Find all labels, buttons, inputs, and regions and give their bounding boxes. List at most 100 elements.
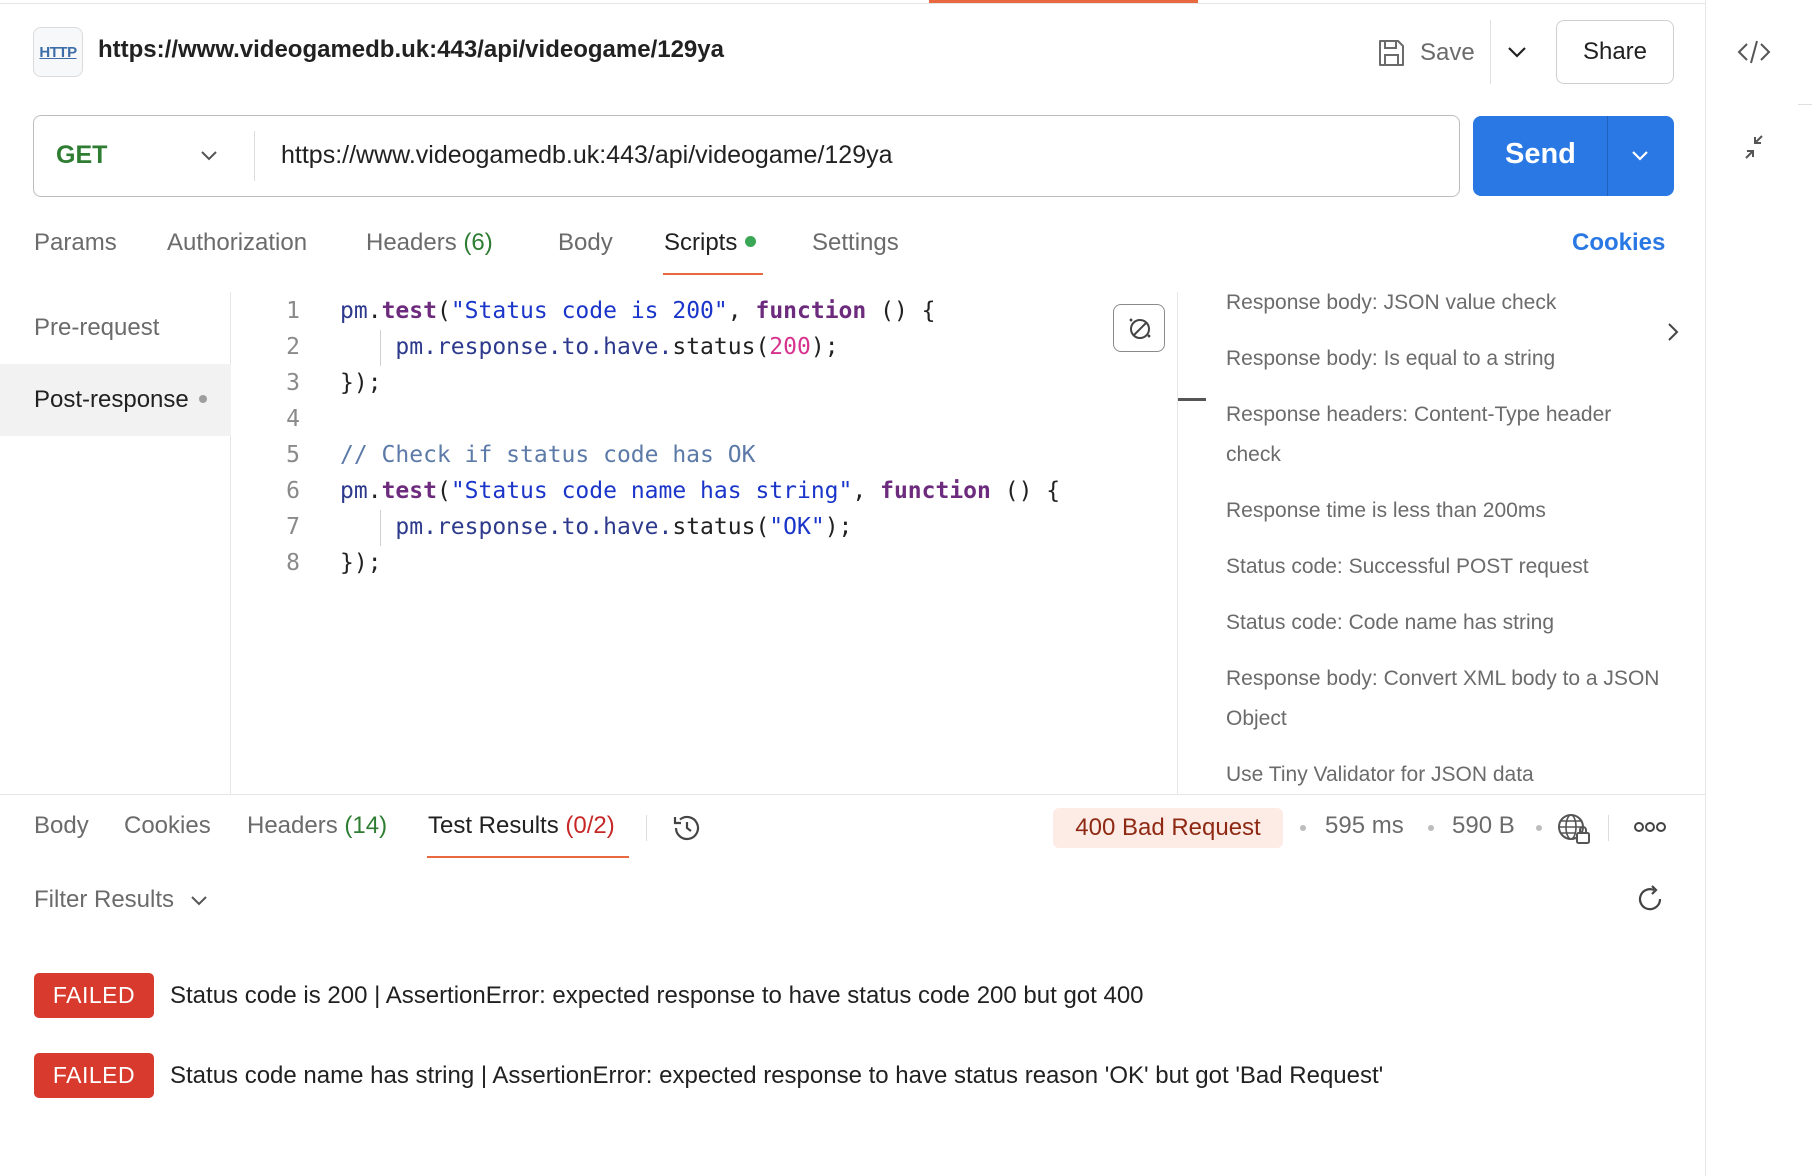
- line-number: 8: [286, 550, 300, 576]
- code-token: status: [672, 514, 756, 540]
- response-tab-headers-label: Headers: [247, 812, 338, 839]
- meta-separator: [1536, 825, 1542, 831]
- snippet-item[interactable]: Status code: Code name has string: [1226, 603, 1666, 643]
- test-result-message: Status code is 200 | AssertionError: exp…: [170, 982, 1144, 1009]
- save-options-chevron-icon[interactable]: [1503, 40, 1531, 64]
- snippet-item[interactable]: Response time is less than 200ms: [1226, 491, 1666, 531]
- meta-divider: [1608, 815, 1609, 841]
- tab-headers[interactable]: Headers (6): [366, 229, 493, 257]
- code-token: "OK": [769, 514, 825, 540]
- response-divider: [0, 794, 1705, 795]
- line-number: 6: [286, 478, 300, 504]
- chevron-right-icon[interactable]: [1664, 320, 1682, 344]
- response-headers-count: (14): [344, 812, 388, 839]
- code-token: function: [880, 478, 991, 504]
- code-token: 200: [769, 334, 811, 360]
- code-token: test: [381, 478, 437, 504]
- chevron-down-icon[interactable]: [189, 892, 209, 910]
- snippet-item[interactable]: Use Tiny Validator for JSON data: [1226, 755, 1666, 795]
- code-token: .response.to.have.: [423, 334, 673, 360]
- tab-params[interactable]: Params: [34, 229, 117, 257]
- failed-badge: FAILED: [34, 973, 154, 1018]
- code-line-5[interactable]: 5 // Check if status code has OK: [240, 437, 755, 473]
- code-line-2[interactable]: 2 pm.response.to.have.status(200);: [240, 329, 838, 365]
- request-title[interactable]: https://www.videogamedb.uk:443/api/video…: [98, 36, 724, 64]
- filter-results-dropdown[interactable]: Filter Results: [34, 886, 174, 914]
- response-tab-test-results[interactable]: Test Results (0/2): [428, 812, 615, 840]
- tab-authorization[interactable]: Authorization: [167, 229, 307, 257]
- code-token: .: [367, 478, 382, 504]
- response-tab-cookies[interactable]: Cookies: [124, 812, 211, 840]
- globe-lock-icon[interactable]: [1556, 810, 1592, 846]
- sidebar-item-post-response[interactable]: Post-response: [34, 386, 207, 414]
- sidebar-item-post-response-label: Post-response: [34, 386, 189, 413]
- tab-active-underline: [663, 273, 763, 275]
- code-line-6[interactable]: 6 pm.test("Status code name has string", …: [240, 473, 1060, 509]
- code-token: );: [824, 514, 853, 540]
- code-token: test: [381, 298, 437, 324]
- code-token: ,: [852, 478, 881, 504]
- snippet-item[interactable]: Status code: Successful POST request: [1226, 547, 1666, 587]
- send-label[interactable]: Send: [1505, 138, 1576, 171]
- snippet-item[interactable]: Response body: Convert XML body to a JSO…: [1226, 659, 1666, 739]
- snippet-item[interactable]: Response body: Is equal to a string: [1226, 339, 1666, 379]
- save-button[interactable]: Save: [1376, 33, 1475, 73]
- code-token: function: [755, 298, 867, 324]
- code-token: });: [340, 370, 382, 396]
- cookies-link[interactable]: Cookies: [1572, 229, 1665, 257]
- code-token: pm: [340, 478, 368, 504]
- beautify-icon: [1129, 318, 1151, 339]
- code-token: pm: [395, 334, 424, 360]
- sidebar-item-pre-request[interactable]: Pre-request: [34, 314, 159, 342]
- line-number: 2: [286, 334, 300, 360]
- code-token: (: [436, 478, 451, 504]
- method-divider: [254, 131, 255, 181]
- response-tab-headers[interactable]: Headers (14): [247, 812, 387, 840]
- url-input[interactable]: https://www.videogamedb.uk:443/api/video…: [281, 141, 893, 170]
- code-line-3[interactable]: 3});: [240, 365, 382, 401]
- code-line-1[interactable]: 1 pm.test("Status code is 200", function …: [240, 293, 935, 329]
- rail-partial-divider: [1798, 104, 1812, 105]
- code-icon[interactable]: [1736, 38, 1772, 66]
- tab-scripts[interactable]: Scripts: [664, 229, 757, 257]
- code-line-7[interactable]: 7 pm.response.to.have.status("OK");: [240, 509, 852, 545]
- refresh-icon[interactable]: [1634, 883, 1666, 915]
- code-token: pm: [395, 514, 424, 540]
- share-button[interactable]: Share: [1556, 20, 1674, 84]
- tab-body[interactable]: Body: [558, 229, 613, 257]
- http-request-icon: HTTP: [33, 27, 83, 77]
- snippet-item[interactable]: Response body: JSON value check: [1226, 283, 1666, 323]
- send-options-chevron-icon[interactable]: [1629, 146, 1651, 166]
- snippet-item[interactable]: Response headers: Content-Type header ch…: [1226, 395, 1666, 475]
- status-badge[interactable]: 400 Bad Request: [1053, 808, 1283, 848]
- code-comment: // Check if status code has OK: [340, 442, 756, 468]
- code-line-4[interactable]: 4: [240, 401, 340, 437]
- code-token: () {: [990, 478, 1061, 504]
- history-icon[interactable]: [671, 812, 703, 844]
- response-tab-active-underline: [427, 856, 629, 858]
- method-select[interactable]: GET: [56, 141, 107, 170]
- meta-separator: [1300, 825, 1306, 831]
- beautify-button[interactable]: [1113, 304, 1165, 352]
- save-icon: [1379, 40, 1404, 66]
- right-rail-divider: [1705, 0, 1706, 1176]
- code-line-8[interactable]: 8});: [240, 545, 382, 581]
- line-number: 3: [286, 370, 300, 396]
- response-size[interactable]: 590 B: [1452, 812, 1515, 840]
- code-token: "Status code is 200": [450, 298, 728, 324]
- response-time[interactable]: 595 ms: [1325, 812, 1404, 840]
- tab-scripts-label: Scripts: [664, 229, 738, 256]
- chevron-down-icon[interactable]: [198, 146, 220, 166]
- tab-settings[interactable]: Settings: [812, 229, 899, 257]
- response-tab-body[interactable]: Body: [34, 812, 89, 840]
- meta-separator: [1428, 825, 1434, 831]
- code-token: pm: [340, 298, 368, 324]
- collapse-icon[interactable]: [1740, 133, 1768, 161]
- snippets-scroll-marker: [1178, 398, 1206, 401]
- code-token: });: [340, 550, 382, 576]
- more-icon[interactable]: [1633, 820, 1667, 834]
- code-token: status: [672, 334, 756, 360]
- save-label: Save: [1420, 39, 1475, 66]
- code-token: .response.to.have.: [423, 514, 673, 540]
- code-token: (: [436, 298, 451, 324]
